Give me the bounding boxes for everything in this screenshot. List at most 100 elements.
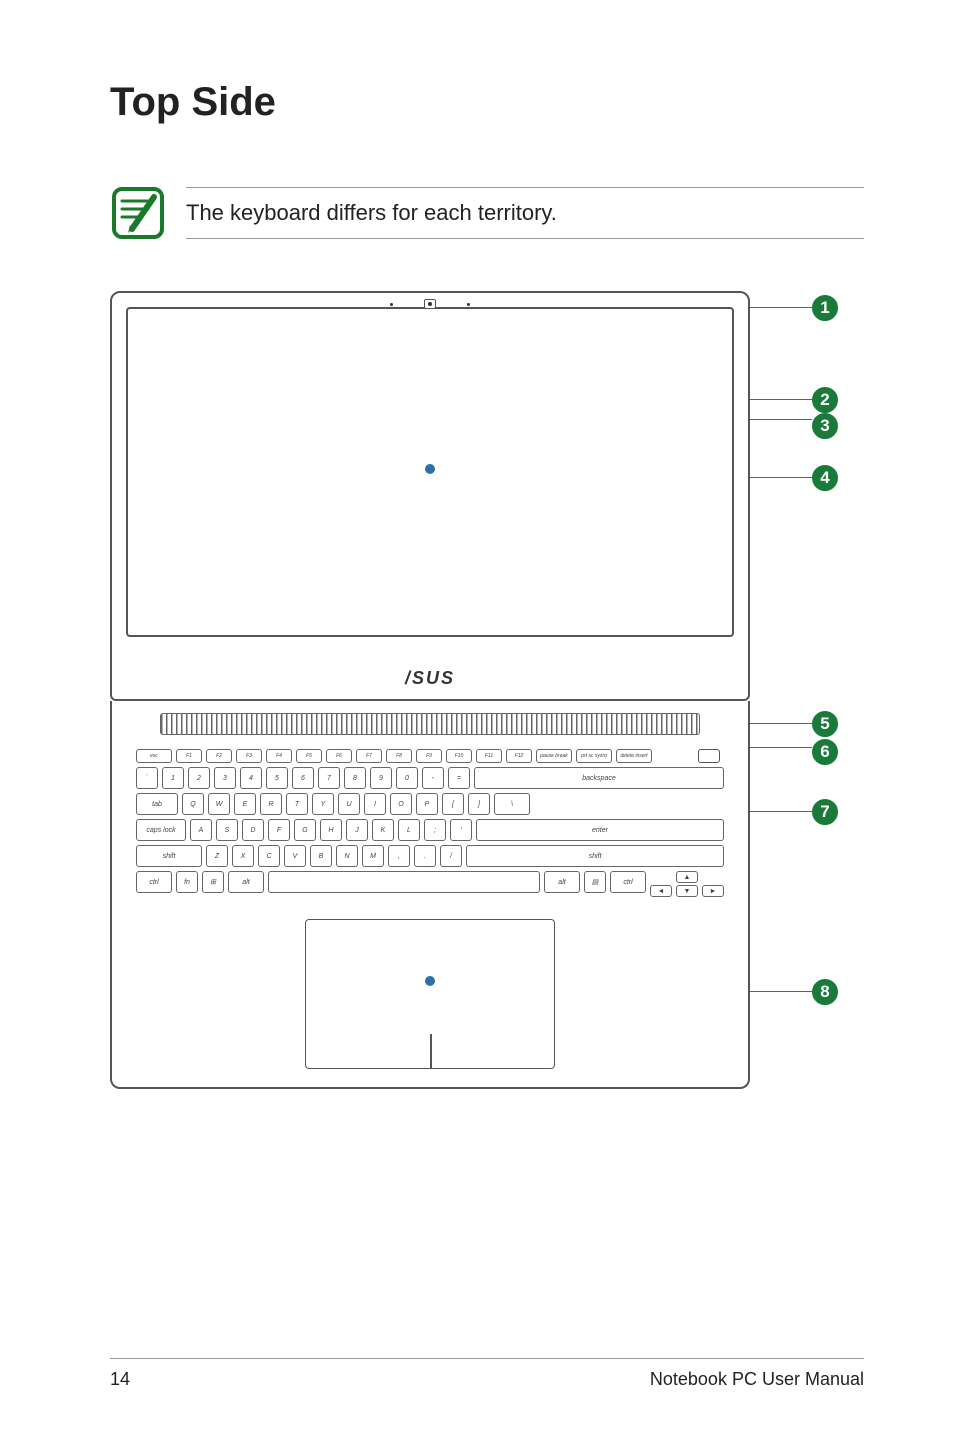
keyboard-area: esc F1 F2 F3 F4 F5 F6 F7 F8 F9 F10 F11 F… [130, 743, 730, 907]
key-1: 1 [162, 767, 184, 789]
key-u: U [338, 793, 360, 815]
callout-2: 2 [812, 387, 838, 413]
note-icon [110, 185, 166, 241]
key-equals: = [448, 767, 470, 789]
footer-title: Notebook PC User Manual [650, 1369, 864, 1390]
key-delete: delete insert [616, 749, 652, 763]
key-s: S [216, 819, 238, 841]
key-z: Z [206, 845, 228, 867]
key-esc: esc [136, 749, 172, 763]
key-alt-right: alt [544, 871, 580, 893]
key-f3: F3 [236, 749, 262, 763]
key-e: E [234, 793, 256, 815]
key-q: Q [182, 793, 204, 815]
key-arrow-left: ◄ [650, 885, 672, 897]
key-b: B [310, 845, 332, 867]
key-c: C [258, 845, 280, 867]
key-f7: F7 [356, 749, 382, 763]
key-arrow-right: ► [702, 885, 724, 897]
display-panel [126, 307, 734, 637]
key-f10: F10 [446, 749, 472, 763]
key-4: 4 [240, 767, 262, 789]
key-2: 2 [188, 767, 210, 789]
callout-8: 8 [812, 979, 838, 1005]
key-f2: F2 [206, 749, 232, 763]
key-f6: F6 [326, 749, 352, 763]
key-k: K [372, 819, 394, 841]
key-d: D [242, 819, 264, 841]
key-6: 6 [292, 767, 314, 789]
key-fn: fn [176, 871, 198, 893]
key-f1: F1 [176, 749, 202, 763]
key-0: 0 [396, 767, 418, 789]
key-r: R [260, 793, 282, 815]
key-arrow-up: ▲ [676, 871, 698, 883]
callout-7: 7 [812, 799, 838, 825]
key-f4: F4 [266, 749, 292, 763]
page-footer: 14 Notebook PC User Manual [110, 1358, 864, 1390]
key-capslock: caps lock [136, 819, 186, 841]
key-quote: ' [450, 819, 472, 841]
key-space [268, 871, 540, 893]
key-backtick: ` [136, 767, 158, 789]
page-title: Top Side [110, 80, 864, 125]
key-o: O [390, 793, 412, 815]
key-x: X [232, 845, 254, 867]
camera-icon [424, 299, 436, 309]
key-t: T [286, 793, 308, 815]
key-rbracket: ] [468, 793, 490, 815]
key-h: H [320, 819, 342, 841]
brand-logo: /SUS [405, 668, 455, 689]
touchpad [305, 919, 555, 1069]
key-ctrl-left: ctrl [136, 871, 172, 893]
key-f8: F8 [386, 749, 412, 763]
key-7: 7 [318, 767, 340, 789]
key-semicolon: ; [424, 819, 446, 841]
laptop-base: esc F1 F2 F3 F4 F5 F6 F7 F8 F9 F10 F11 F… [110, 701, 750, 1089]
key-g: G [294, 819, 316, 841]
microphone-dot [467, 303, 470, 306]
key-win: ⊞ [202, 871, 224, 893]
key-5: 5 [266, 767, 288, 789]
key-f9: F9 [416, 749, 442, 763]
key-9: 9 [370, 767, 392, 789]
key-y: Y [312, 793, 334, 815]
key-menu: ▤ [584, 871, 606, 893]
key-prtsc: prt sc sysrq [576, 749, 612, 763]
indicator-dot [425, 464, 435, 474]
key-shift-left: shift [136, 845, 202, 867]
key-arrow-down: ▼ [676, 885, 698, 897]
key-pause: pause break [536, 749, 572, 763]
key-f5: F5 [296, 749, 322, 763]
key-shift-right: shift [466, 845, 724, 867]
key-f11: F11 [476, 749, 502, 763]
callout-4: 4 [812, 465, 838, 491]
callout-5: 5 [812, 711, 838, 737]
key-alt-left: alt [228, 871, 264, 893]
key-backslash: \ [494, 793, 530, 815]
laptop-lid: /SUS [110, 291, 750, 701]
key-i: I [364, 793, 386, 815]
callout-3: 3 [812, 413, 838, 439]
key-m: M [362, 845, 384, 867]
laptop-diagram: 1 2 3 4 5 6 7 8 /SUS esc F1 F2 [110, 291, 870, 1089]
key-tab: tab [136, 793, 178, 815]
key-enter: enter [476, 819, 724, 841]
callout-1: 1 [812, 295, 838, 321]
indicator-dot [425, 976, 435, 986]
key-8: 8 [344, 767, 366, 789]
note-text: The keyboard differs for each territory. [186, 187, 864, 239]
key-3: 3 [214, 767, 236, 789]
page-number: 14 [110, 1369, 130, 1390]
key-lbracket: [ [442, 793, 464, 815]
key-f: F [268, 819, 290, 841]
key-v: V [284, 845, 306, 867]
note-callout: The keyboard differs for each territory. [110, 185, 864, 241]
microphone-dot [390, 303, 393, 306]
key-n: N [336, 845, 358, 867]
key-period: . [414, 845, 436, 867]
key-minus: - [422, 767, 444, 789]
speaker-grille [160, 713, 700, 735]
key-p: P [416, 793, 438, 815]
callout-6: 6 [812, 739, 838, 765]
